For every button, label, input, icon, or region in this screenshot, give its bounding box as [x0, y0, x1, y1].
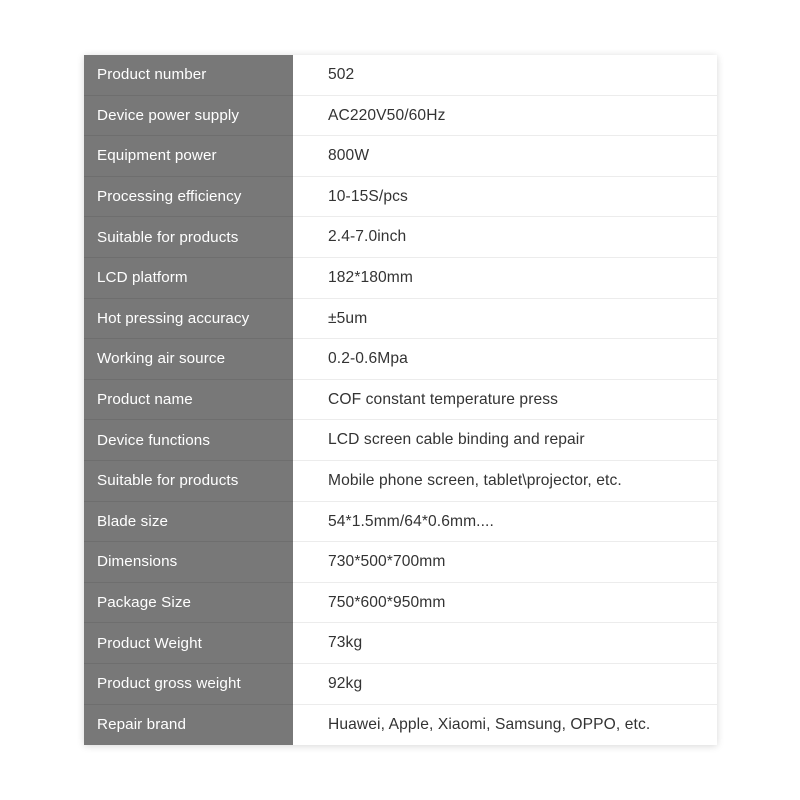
table-row: Equipment power 800W — [84, 136, 717, 177]
table-row: Blade size 54*1.5mm/64*0.6mm.... — [84, 501, 717, 543]
table-row: Dimensions 730*500*700mm — [84, 542, 717, 583]
spec-value-cell: ±5um — [293, 298, 717, 340]
spec-value-cell: 182*180mm — [293, 257, 717, 299]
spec-label-cell: Device power supply — [84, 95, 293, 137]
spec-label-cell: Hot pressing accuracy — [84, 298, 293, 340]
spec-label-cell: Working air source — [84, 339, 293, 380]
table-row: Product number 502 — [84, 55, 717, 96]
table-row: Product name COF constant temperature pre… — [84, 379, 717, 421]
spec-value-cell: 800W — [293, 136, 717, 177]
spec-label-cell: Device functions — [84, 420, 293, 461]
table-row: Package Size 750*600*950mm — [84, 582, 717, 624]
spec-value-cell: 0.2-0.6Mpa — [293, 339, 717, 380]
spec-label-cell: Product Weight — [84, 623, 293, 664]
spec-value-cell: 502 — [293, 55, 717, 96]
table-row: Product gross weight 92kg — [84, 663, 717, 705]
table-row: Working air source 0.2-0.6Mpa — [84, 339, 717, 380]
spec-label-cell: Equipment power — [84, 136, 293, 177]
spec-label-cell: Repair brand — [84, 704, 293, 746]
table-row: Repair brand Huawei, Apple, Xiaomi, Samsu… — [84, 704, 717, 746]
spec-label-cell: Product name — [84, 379, 293, 421]
table-row: Device power supply AC220V50/60Hz — [84, 95, 717, 137]
table-row: Hot pressing accuracy ±5um — [84, 298, 717, 340]
spec-label-cell: Suitable for products — [84, 217, 293, 258]
product-specification-table: Product number 502 Device power supply AC22… — [84, 55, 717, 746]
spec-value-cell: Huawei, Apple, Xiaomi, Samsung, OPPO, et… — [293, 704, 717, 746]
spec-label-cell: Blade size — [84, 501, 293, 543]
spec-label-cell: Suitable for products — [84, 460, 293, 502]
spec-label-cell: Product gross weight — [84, 663, 293, 705]
spec-label-cell: Package Size — [84, 582, 293, 624]
spec-value-cell: 730*500*700mm — [293, 542, 717, 583]
table-row: Suitable for products 2.4-7.0inch — [84, 217, 717, 258]
spec-value-cell: LCD screen cable binding and repair — [293, 420, 717, 461]
spec-value-cell: 54*1.5mm/64*0.6mm.... — [293, 501, 717, 543]
page-root: Product number 502 Device power supply AC22… — [0, 0, 800, 800]
spec-value-cell: Mobile phone screen, tablet\projector, e… — [293, 460, 717, 502]
spec-label-cell: LCD platform — [84, 257, 293, 299]
spec-value-cell: 92kg — [293, 663, 717, 705]
spec-value-cell: 750*600*950mm — [293, 582, 717, 624]
spec-label-cell: Dimensions — [84, 542, 293, 583]
spec-value-cell: 10-15S/pcs — [293, 176, 717, 218]
spec-value-cell: 2.4-7.0inch — [293, 217, 717, 258]
table-row: Processing efficiency 10-15S/pcs — [84, 176, 717, 218]
spec-value-cell: 73kg — [293, 623, 717, 664]
table-row: Product Weight 73kg — [84, 623, 717, 664]
spec-label-cell: Product number — [84, 55, 293, 96]
table-row: Suitable for products Mobile phone screen… — [84, 460, 717, 502]
spec-value-cell: AC220V50/60Hz — [293, 95, 717, 137]
table-row: Device functions LCD screen cable binding… — [84, 420, 717, 461]
spec-value-cell: COF constant temperature press — [293, 379, 717, 421]
spec-label-cell: Processing efficiency — [84, 176, 293, 218]
table-row: LCD platform 182*180mm — [84, 257, 717, 299]
